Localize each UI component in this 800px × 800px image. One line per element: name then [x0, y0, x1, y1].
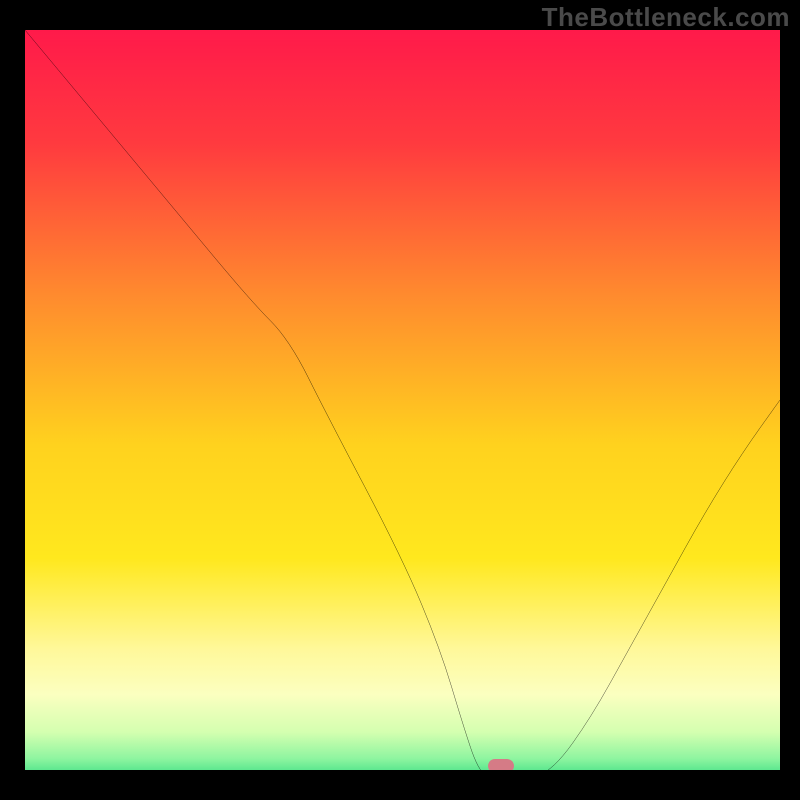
bottleneck-curve — [25, 30, 780, 770]
plot-area — [25, 30, 780, 770]
chart-frame: TheBottleneck.com — [0, 0, 800, 800]
optimal-point-marker — [488, 759, 514, 770]
watermark-text: TheBottleneck.com — [542, 2, 790, 33]
